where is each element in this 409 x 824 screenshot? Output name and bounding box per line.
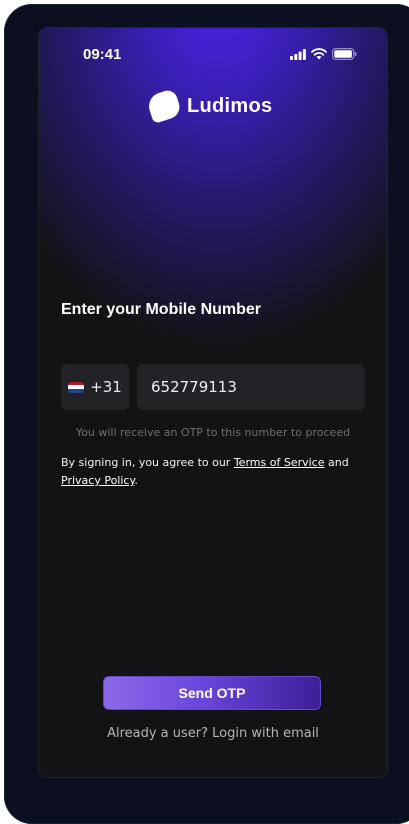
terms-prefix: By signing in, you agree to our bbox=[61, 456, 234, 469]
device-frame: 09:41 Ludimos Enter your Mobile Number +… bbox=[4, 4, 409, 824]
wifi-icon bbox=[311, 48, 327, 60]
status-bar: 09:41 bbox=[39, 28, 387, 78]
battery-icon bbox=[332, 48, 357, 60]
status-time: 09:41 bbox=[83, 46, 122, 63]
flag-stripe-blue bbox=[68, 388, 85, 393]
terms-notice: By signing in, you agree to our Terms of… bbox=[61, 454, 361, 490]
terms-suffix: . bbox=[134, 474, 138, 487]
terms-of-service-link[interactable]: Terms of Service bbox=[234, 456, 325, 469]
brand-name: Ludimos bbox=[187, 94, 273, 117]
privacy-policy-link[interactable]: Privacy Policy bbox=[61, 474, 134, 487]
status-icons bbox=[290, 48, 357, 60]
signal-icon bbox=[290, 48, 306, 60]
country-code-label: +31 bbox=[90, 378, 122, 396]
logo-mark-icon bbox=[145, 88, 183, 124]
login-with-email-link[interactable]: Already a user? Login with email bbox=[61, 726, 365, 741]
country-code-selector[interactable]: +31 bbox=[61, 364, 129, 410]
otp-hint-text: You will receive an OTP to this number t… bbox=[75, 426, 351, 439]
terms-middle: and bbox=[324, 456, 349, 469]
send-otp-button[interactable]: Send OTP bbox=[103, 676, 321, 710]
page-heading: Enter your Mobile Number bbox=[61, 301, 262, 318]
app-screen: 09:41 Ludimos Enter your Mobile Number +… bbox=[39, 28, 387, 777]
netherlands-flag-icon bbox=[68, 381, 85, 393]
phone-number-input[interactable] bbox=[137, 364, 365, 410]
brand-logo: Ludimos bbox=[145, 88, 273, 124]
